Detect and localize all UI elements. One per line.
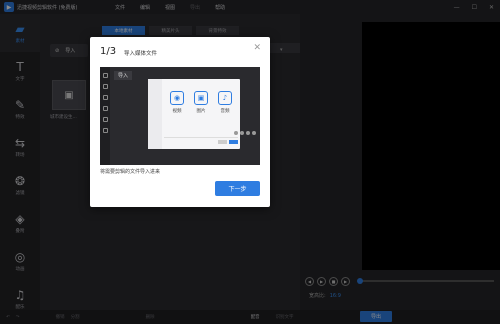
mini-popup-sidebar — [148, 79, 162, 149]
dialog-step-counter: 1/3 — [100, 46, 117, 57]
mini-popup-footer — [164, 137, 238, 145]
dialog-hint: 将需要剪辑的文件导入进来 — [100, 169, 161, 175]
mini-option-image: ▣ 图片 — [194, 91, 208, 114]
audio-icon: ♪ — [218, 91, 232, 105]
mini-import-button: 导入 — [114, 71, 133, 80]
mini-option-label: 音频 — [220, 109, 230, 114]
mini-option-video: ◉ 视频 — [170, 91, 184, 114]
next-step-button[interactable]: 下一步 — [215, 181, 260, 196]
mini-option-label: 视频 — [172, 109, 182, 114]
mini-option-label: 图片 — [196, 109, 206, 114]
dialog-title: 导入媒体文件 — [124, 51, 158, 57]
mini-import-options: ◉ 视频 ▣ 图片 ♪ 音频 — [170, 91, 232, 114]
mini-import-popup: ◉ 视频 ▣ 图片 ♪ 音频 — [148, 79, 240, 149]
mini-sidebar — [100, 67, 110, 165]
mini-player-controls — [234, 131, 256, 135]
close-icon[interactable]: ✕ — [253, 43, 261, 53]
film-icon: ◉ — [170, 91, 184, 105]
mini-option-audio: ♪ 音频 — [218, 91, 232, 114]
tutorial-dialog: 1/3 导入媒体文件 ✕ 导入 ◉ 视频 ▣ 图片 ♪ 音频 将需要剪辑的文件导… — [90, 37, 270, 207]
image-icon: ▣ — [194, 91, 208, 105]
dialog-illustration: 导入 ◉ 视频 ▣ 图片 ♪ 音频 — [100, 67, 260, 165]
